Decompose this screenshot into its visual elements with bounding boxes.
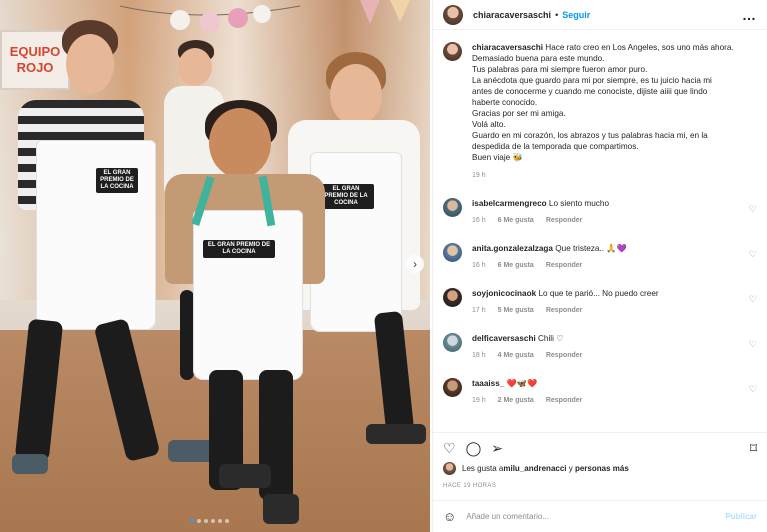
publish-button[interactable]: Publicar <box>725 512 757 521</box>
comment-likes[interactable]: 6 Me gusta <box>498 260 534 271</box>
likes-others[interactable]: personas más <box>575 464 629 473</box>
carousel-dot[interactable] <box>197 519 201 523</box>
carousel-dot[interactable] <box>218 519 222 523</box>
comment: soyjonicocinaok Lo que te parió... No pu… <box>443 288 757 316</box>
likes-middle: y <box>566 464 575 473</box>
carousel-dot[interactable] <box>225 519 229 523</box>
reply-button[interactable]: Responder <box>546 350 583 361</box>
comment-username[interactable]: soyjonicocinaok <box>472 289 536 298</box>
like-icon[interactable]: ♡ <box>443 441 456 455</box>
avatar[interactable] <box>443 288 462 307</box>
carousel-dot[interactable] <box>211 519 215 523</box>
post-image[interactable]: EQUIPO ROJO EL GRAN PREMIO DE LA COCINA … <box>0 0 430 532</box>
reply-button[interactable]: Responder <box>546 215 583 226</box>
header-username[interactable]: chiaracaversaschi <box>473 10 551 20</box>
comment-icon[interactable]: ◯ <box>466 441 482 455</box>
comment-likes[interactable]: 2 Me gusta <box>498 395 534 406</box>
caption-line: Buen viaje 🐝 <box>472 153 523 162</box>
comment-like-icon[interactable]: ♡ <box>749 204 757 215</box>
save-icon[interactable]: ⌑ <box>750 441 757 455</box>
post-actions-bar: ♡ ◯ ➢ ⌑ <box>433 432 767 462</box>
comment-text: Chili ♡ <box>538 334 564 343</box>
caption-line: Volá alto. <box>472 120 506 129</box>
apron-badge: EL GRAN PREMIO DE LA COCINA <box>203 240 275 258</box>
comment-username[interactable]: delficaversaschi <box>472 334 536 343</box>
carousel-next-button[interactable]: › <box>406 255 424 273</box>
comment-input[interactable] <box>466 512 667 521</box>
carousel-dot[interactable] <box>190 519 194 523</box>
header-separator: • <box>555 9 559 20</box>
post-time-ago: HACE 19 HORAS <box>443 483 497 489</box>
comments-scroll-area[interactable]: chiaracaversaschi Hace rato creo en Los … <box>433 30 767 430</box>
more-options-icon[interactable]: … <box>742 7 757 23</box>
carousel-dot[interactable] <box>204 519 208 523</box>
caption-line: Demasiado buena para este mundo. <box>472 54 605 63</box>
reply-button[interactable]: Responder <box>546 260 583 271</box>
comment-like-icon[interactable]: ♡ <box>749 339 757 350</box>
participant-center: EL GRAN PREMIO DE LA COCINA <box>165 100 325 532</box>
avatar[interactable] <box>443 198 462 217</box>
comment-username[interactable]: anita.gonzalezalzaga <box>472 244 553 253</box>
carousel-dots <box>190 519 229 523</box>
likes-summary: Les gusta a milu_andrenacci y personas m… <box>443 462 757 475</box>
caption-line: Hace rato creo en Los Angeles, sos uno m… <box>545 43 734 52</box>
apron-badge: EL GRAN PREMIO DE LA COCINA <box>96 168 138 193</box>
comment-likes[interactable]: 4 Me gusta <box>498 350 534 361</box>
comment-likes[interactable]: 6 Me gusta <box>498 215 534 226</box>
comment-text: Lo siento mucho <box>548 199 610 208</box>
post-side-panel: chiaracaversaschi • Seguir … chiaracaver… <box>432 0 767 532</box>
reply-button[interactable]: Responder <box>546 305 583 316</box>
avatar[interactable] <box>443 4 463 25</box>
avatar[interactable] <box>443 243 462 262</box>
apron-badge: EL GRAN PREMIO DE LA COCINA <box>318 184 374 209</box>
comment: taaaiss_ ❤️🦋❤️ 19 h 2 Me gusta Responder ♡ <box>443 378 757 406</box>
comment-like-icon[interactable]: ♡ <box>749 294 757 305</box>
comment-text: ❤️🦋❤️ <box>506 379 538 388</box>
comment-time: 18 h <box>472 352 486 359</box>
comment-time: 16 h <box>472 262 486 269</box>
likes-user[interactable]: milu_andrenacci <box>503 464 566 473</box>
comment-username[interactable]: isabelcarmengreco <box>472 199 547 208</box>
caption-username[interactable]: chiaracaversaschi <box>472 43 543 52</box>
comment-like-icon[interactable]: ♡ <box>749 249 757 260</box>
post-header: chiaracaversaschi • Seguir … <box>433 0 767 30</box>
comment: anita.gonzalezalzaga Que tristeza.. 🙏💜 1… <box>443 243 757 271</box>
comment-text: Que tristeza.. 🙏💜 <box>555 244 627 253</box>
avatar[interactable] <box>443 378 462 397</box>
avatar[interactable] <box>443 333 462 352</box>
share-icon[interactable]: ➢ <box>491 441 503 455</box>
avatar[interactable] <box>443 42 462 61</box>
follow-button[interactable]: Seguir <box>562 10 590 20</box>
comment-time: 19 h <box>472 397 486 404</box>
caption-line: Gracias por ser mi amiga. <box>472 109 566 118</box>
post-caption: chiaracaversaschi Hace rato creo en Los … <box>443 42 757 181</box>
comment-like-icon[interactable]: ♡ <box>749 384 757 395</box>
comment-time: 17 h <box>472 307 486 314</box>
comment: isabelcarmengreco Lo siento mucho 16 h 6 … <box>443 198 757 226</box>
caption-line: Guardo en mi corazón, los abrazos y tus … <box>472 131 708 151</box>
caption-line: La anécdota que guardo para mi por siemp… <box>472 76 712 107</box>
emoji-icon[interactable]: ☺ <box>443 509 456 524</box>
avatar[interactable] <box>443 462 456 475</box>
comment-username[interactable]: taaaiss_ <box>472 379 504 388</box>
comment-likes[interactable]: 5 Me gusta <box>498 305 534 316</box>
comment-time: 16 h <box>472 217 486 224</box>
caption-time: 19 h <box>472 172 486 179</box>
caption-line: Tus palabras para mi siempre fueron amor… <box>472 65 648 74</box>
likes-prefix: Les gusta a <box>462 464 504 473</box>
participant-left: EL GRAN PREMIO DE LA COCINA <box>0 20 228 490</box>
add-comment-bar: ☺ Publicar <box>433 500 767 532</box>
comment: delficaversaschi Chili ♡ 18 h 4 Me gusta R… <box>443 333 757 361</box>
reply-button[interactable]: Responder <box>546 395 583 406</box>
comment-text: Lo que te parió... No puedo creer <box>538 289 659 298</box>
